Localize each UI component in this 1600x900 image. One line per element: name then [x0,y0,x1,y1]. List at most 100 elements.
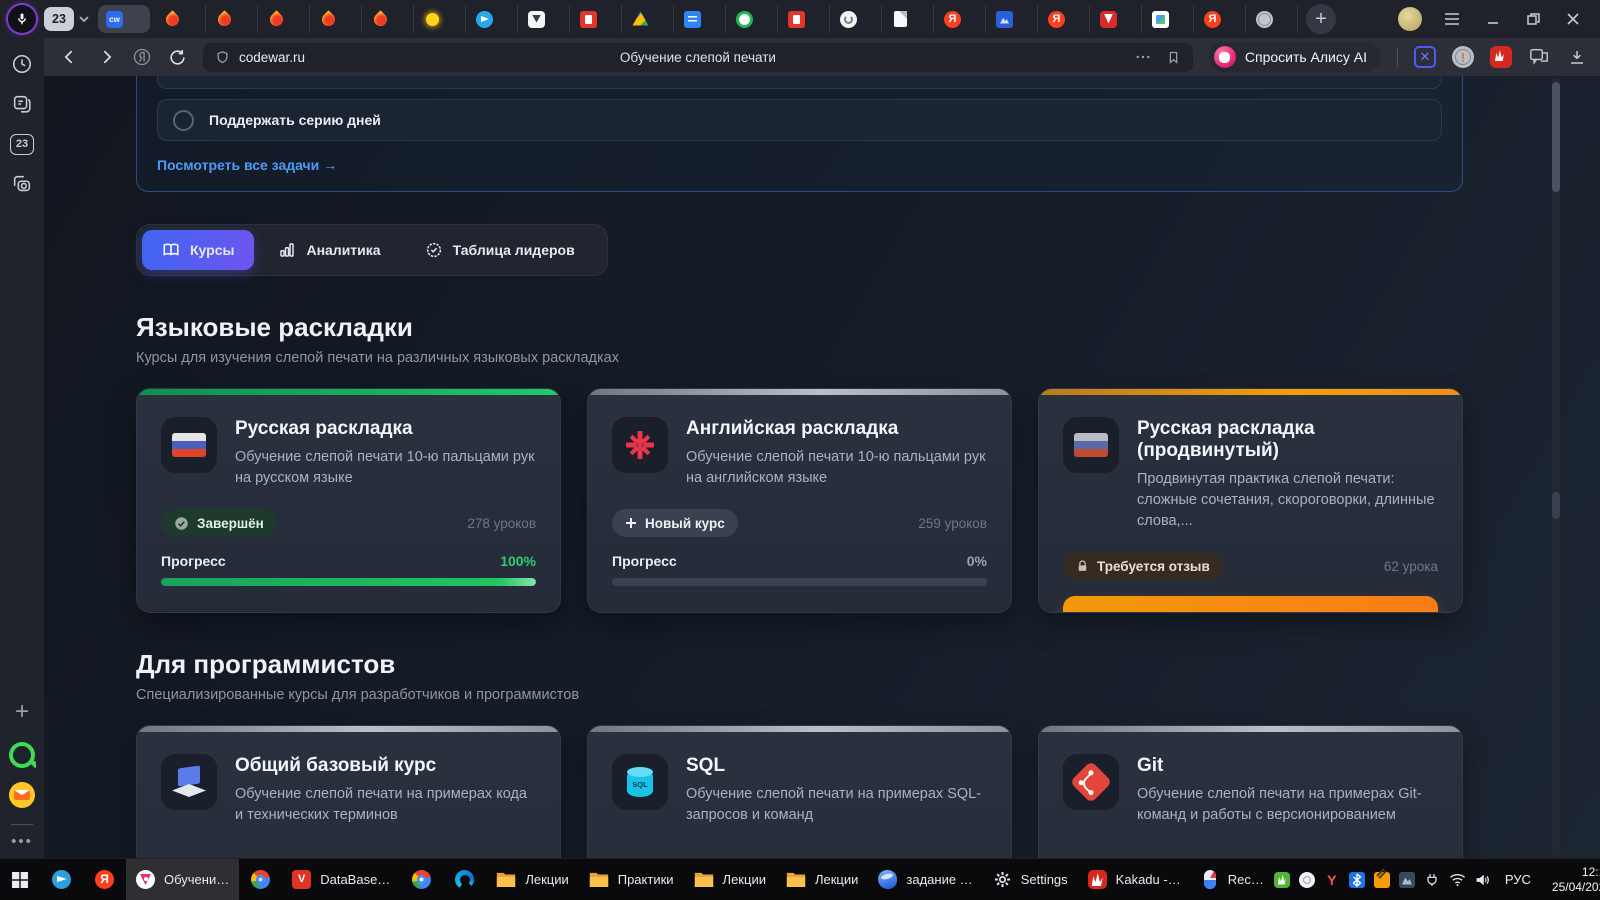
yandex-y-tray-icon[interactable] [1324,872,1340,888]
taskbar-folder-lectures-2[interactable]: Лекции [684,859,776,900]
browser-tab[interactable] [986,5,1038,33]
browser-tab[interactable] [258,5,310,33]
profile-avatar[interactable] [1398,7,1422,31]
browser-tab[interactable] [1194,5,1246,33]
reload-button[interactable] [168,48,187,67]
history-icon[interactable] [6,48,38,80]
taskbar-app-assignment[interactable]: задание … [868,859,982,900]
notes-icon[interactable] [6,88,38,120]
back-button[interactable] [60,47,80,67]
forward-button[interactable] [96,47,116,67]
taskbar-app-database[interactable]: DataBase… [282,859,400,900]
task-item[interactable]: Поддержать серию дней [157,99,1442,141]
taskbar-folder-lectures-1[interactable]: Лекции [486,859,578,900]
chevron-down-icon[interactable] [78,13,90,25]
browser-tab[interactable] [778,5,830,33]
bluetooth-icon[interactable] [1349,872,1365,888]
messenger-icon[interactable] [9,742,35,768]
browser-tab[interactable] [310,5,362,33]
browser-tab[interactable] [1090,5,1142,33]
browser-tab[interactable] [518,5,570,33]
extension-x-icon[interactable]: ✕ [1414,46,1436,68]
course-card-english[interactable]: Английская раскладка Обучение слепой печ… [587,388,1012,613]
extension-globe-warning-icon[interactable] [1452,46,1474,68]
white-ring-tray-icon[interactable] [1299,872,1315,888]
browser-tab[interactable] [934,5,986,33]
language-indicator[interactable]: РУС [1499,872,1537,887]
taskbar-telegram[interactable] [40,859,83,900]
browser-tab[interactable] [726,5,778,33]
browser-tab[interactable] [362,5,414,33]
browser-tab[interactable] [1038,5,1090,33]
browser-tab[interactable] [830,5,882,33]
mail-icon[interactable] [9,782,35,808]
wifi-icon[interactable] [1449,872,1465,888]
course-card-sql[interactable]: SQL SQL Обучение слепой печати на пример… [587,725,1012,858]
recorder-thermometer-icon [1204,870,1216,889]
more-options-icon[interactable] [1134,48,1152,66]
start-button[interactable] [0,859,40,900]
volume-icon[interactable] [1474,872,1490,888]
browser-tab[interactable] [466,5,518,33]
bookmark-icon[interactable] [1166,49,1181,66]
side-panels-icon[interactable] [1528,46,1550,68]
green-bird-tray-icon[interactable] [1274,872,1290,888]
taskbar-chrome-dark[interactable] [239,859,282,900]
orange-tool-tray-icon[interactable] [1374,872,1390,888]
extension-kakadu-icon[interactable] [1490,46,1512,68]
sidebar-add-button[interactable]: + [15,698,29,726]
browser-tab[interactable] [674,5,726,33]
browser-tab[interactable] [206,5,258,33]
red-doc-favicon-icon [788,11,805,28]
browser-tab[interactable] [154,5,206,33]
downloads-icon[interactable] [1566,46,1588,68]
plug-icon[interactable] [1424,872,1440,888]
tab-leaderboard[interactable]: Таблица лидеров [405,230,595,270]
browser-tab[interactable] [570,5,622,33]
all-tabs-icon[interactable]: 23 [6,128,38,160]
taskbar-clock[interactable]: 12:17 25/04/2026 [1546,865,1600,895]
browser-tab[interactable] [622,5,674,33]
new-tab-button[interactable]: + [1306,4,1336,34]
active-browser-tab[interactable]: cw [98,5,150,33]
taskbar-folder-practices[interactable]: Практики [579,859,684,900]
shield-icon [215,49,230,66]
photo-viewer-tray-icon[interactable] [1399,872,1415,888]
sidebar-more-icon[interactable]: ••• [11,833,33,850]
restore-button[interactable] [1526,12,1540,26]
taskbar-folder-lectures-3[interactable]: Лекции [776,859,868,900]
tab-counter[interactable]: 23 [44,7,74,31]
ask-alice-button[interactable]: Спросить Алису AI [1209,42,1381,72]
browser-tab[interactable] [414,5,466,33]
scrollbar-thumb[interactable] [1552,82,1560,192]
minimize-button[interactable] [1486,12,1500,26]
close-button[interactable] [1566,12,1580,26]
tab-analytics[interactable]: Аналитика [258,230,400,270]
course-card-russian[interactable]: Русская раскладка Обучение слепой печати… [136,388,561,613]
tab-courses[interactable]: Курсы [142,230,254,270]
browser-logo[interactable] [8,5,36,33]
taskbar-app-kakadu[interactable]: Kakadu -… [1078,859,1191,900]
browser-tab[interactable] [1246,5,1298,33]
taskbar-c-swirl-app[interactable] [443,859,486,900]
course-card-git[interactable]: Git Обучение слепой печати на примерах G… [1038,725,1463,858]
yandex-search-icon[interactable] [132,47,152,67]
view-all-tasks-link[interactable]: Посмотреть все задачи → [157,157,337,173]
browser-tab[interactable] [1142,5,1194,33]
taskbar-yandex[interactable] [83,859,126,900]
taskbar-app-browser[interactable]: Обучени… [126,859,239,900]
page-scrollbar[interactable] [1552,78,1560,856]
screenshot-icon[interactable] [6,168,38,200]
task-item-clipped[interactable] [157,76,1442,89]
browser-tab[interactable] [882,5,934,33]
open-course-button[interactable]: Открыть курс [1063,596,1438,613]
address-bar[interactable]: codewar.ru Обучение слепой печати [203,43,1193,72]
course-card-basic[interactable]: Общий базовый курс Обучение слепой печат… [136,725,561,858]
taskbar-chrome[interactable] [400,859,443,900]
taskbar-app-settings[interactable]: Settings [983,859,1078,900]
background-tabs [154,0,1298,38]
task-radio[interactable] [173,110,194,131]
course-card-russian-advanced[interactable]: Русская раскладка (продвинутый) Продвину… [1038,388,1463,613]
menu-icon[interactable] [1444,12,1460,26]
taskbar-app-recorder[interactable]: Rec… [1191,859,1274,900]
